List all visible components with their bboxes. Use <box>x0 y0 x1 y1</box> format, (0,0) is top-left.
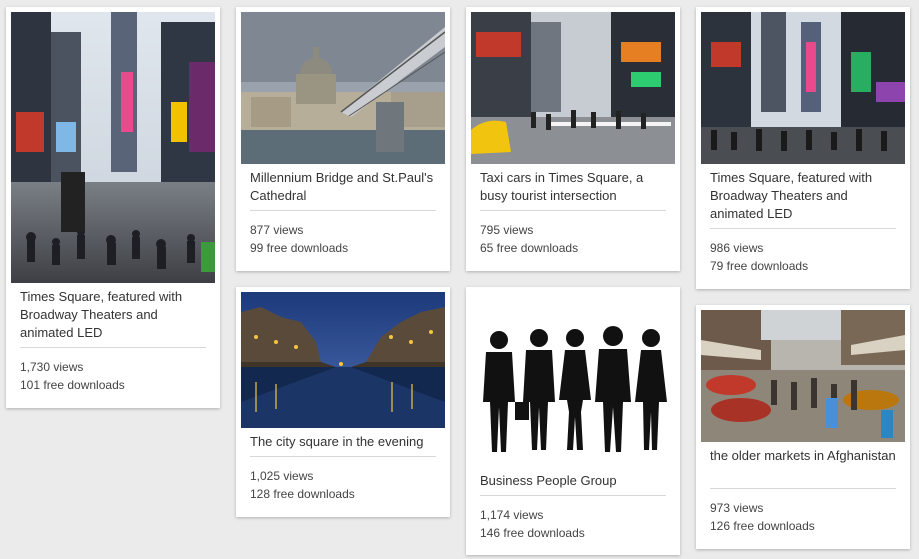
card-thumbnail[interactable] <box>241 292 445 428</box>
card-downloads: 99 free downloads <box>250 241 349 255</box>
card-title[interactable]: The city square in the evening <box>250 433 436 451</box>
gallery-card[interactable]: Taxi cars in Times Square, a busy touris… <box>466 7 680 271</box>
gallery-card[interactable]: Times Square, featured with Broadway The… <box>696 7 910 289</box>
card-downloads: 146 free downloads <box>480 526 585 540</box>
card-views: 795 views <box>480 223 534 237</box>
card-views: 877 views <box>250 223 304 237</box>
card-divider <box>480 495 666 496</box>
card-title[interactable]: Times Square, featured with Broadway The… <box>710 169 896 223</box>
card-title[interactable]: Times Square, featured with Broadway The… <box>20 288 206 342</box>
gallery-card[interactable]: The city square in the evening 1,025 vie… <box>236 287 450 517</box>
card-title[interactable]: Business People Group <box>480 472 666 490</box>
card-thumbnail[interactable] <box>471 12 675 164</box>
card-thumbnail[interactable] <box>471 292 675 467</box>
card-views: 1,025 views <box>250 469 314 483</box>
card-thumbnail[interactable] <box>701 12 905 164</box>
gallery-card[interactable]: the older markets in Afghanistan 973 vie… <box>696 305 910 549</box>
card-thumbnail[interactable] <box>241 12 445 164</box>
gallery-card[interactable]: Business People Group 1,174 views 146 fr… <box>466 287 680 555</box>
card-title[interactable]: the older markets in Afghanistan <box>710 447 896 465</box>
card-views: 1,174 views <box>480 508 544 522</box>
gallery-card[interactable]: Times Square, featured with Broadway The… <box>6 7 220 408</box>
gallery-card[interactable]: Millennium Bridge and St.Paul's Cathedra… <box>236 7 450 271</box>
card-downloads: 65 free downloads <box>480 241 579 255</box>
card-stats: 986 views 79 free downloads <box>710 239 896 275</box>
card-downloads: 128 free downloads <box>250 487 355 501</box>
card-stats: 877 views 99 free downloads <box>250 221 436 257</box>
card-views: 986 views <box>710 241 764 255</box>
card-divider <box>480 210 666 211</box>
card-stats: 1,174 views 146 free downloads <box>480 506 666 542</box>
card-downloads: 126 free downloads <box>710 519 815 533</box>
card-downloads: 101 free downloads <box>20 378 125 392</box>
card-stats: 973 views 126 free downloads <box>710 499 896 535</box>
card-divider <box>710 488 896 489</box>
card-stats: 795 views 65 free downloads <box>480 221 666 257</box>
card-title[interactable]: Millennium Bridge and St.Paul's Cathedra… <box>250 169 436 205</box>
card-title[interactable]: Taxi cars in Times Square, a busy touris… <box>480 169 666 205</box>
card-divider <box>20 347 206 348</box>
card-divider <box>250 456 436 457</box>
card-stats: 1,730 views 101 free downloads <box>20 358 206 394</box>
card-thumbnail[interactable] <box>701 310 905 442</box>
card-divider <box>710 228 896 229</box>
card-views: 973 views <box>710 501 764 515</box>
card-stats: 1,025 views 128 free downloads <box>250 467 436 503</box>
card-thumbnail[interactable] <box>11 12 215 283</box>
card-views: 1,730 views <box>20 360 84 374</box>
card-divider <box>250 210 436 211</box>
image-gallery: Times Square, featured with Broadway The… <box>0 0 919 559</box>
card-downloads: 79 free downloads <box>710 259 809 273</box>
